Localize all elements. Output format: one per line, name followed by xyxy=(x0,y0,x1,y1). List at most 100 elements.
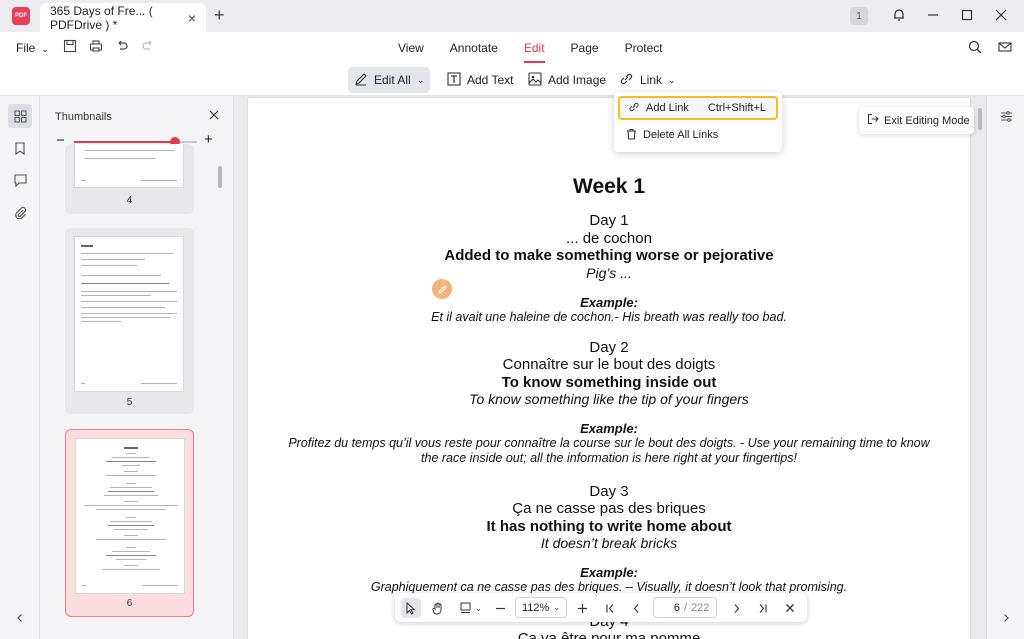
thumbnail-page-6[interactable]: 6 xyxy=(65,429,194,617)
comment-icon[interactable] xyxy=(8,168,32,192)
literal-translation[interactable]: It doesn’t break bricks xyxy=(248,535,970,551)
zoom-level-select[interactable]: 112% ⌄ xyxy=(515,597,567,618)
tab-page[interactable]: Page xyxy=(571,41,599,55)
page-display-mode-button[interactable]: ⌄ xyxy=(457,598,485,618)
add-text-button[interactable]: Add Text xyxy=(441,67,519,93)
minimize-icon[interactable] xyxy=(916,8,950,24)
delete-all-links-menu-item[interactable]: Delete All Links xyxy=(618,123,778,147)
page-heading[interactable]: Week 1 xyxy=(248,175,970,199)
example-label[interactable]: Example: xyxy=(248,421,970,436)
expression-meaning[interactable]: Added to make something worse or pejorat… xyxy=(248,247,970,264)
right-icon-rail xyxy=(986,96,1024,639)
edit-all-button[interactable]: Edit All ⌄ xyxy=(348,67,431,93)
print-icon[interactable] xyxy=(88,39,104,56)
collapse-right-icon[interactable] xyxy=(994,606,1018,630)
last-page-icon[interactable] xyxy=(753,598,771,618)
hand-tool-icon[interactable] xyxy=(427,598,447,618)
close-tab-icon[interactable]: × xyxy=(188,10,196,26)
example-text[interactable]: Profitez du temps qu’il vous reste pour … xyxy=(248,436,970,450)
undo-icon[interactable] xyxy=(114,39,130,56)
page-number-field[interactable]: 6 / 222 xyxy=(653,597,717,618)
text-box-icon xyxy=(447,71,461,89)
document-tab[interactable]: 365 Days of Fre... ( PDFDrive ) * × xyxy=(40,3,206,32)
chevron-down-icon: ⌄ xyxy=(668,74,676,85)
zoom-in-thumbnails-icon[interactable]: + xyxy=(204,131,213,148)
add-link-menu-item[interactable]: Add Link Ctrl+Shift+L xyxy=(618,96,778,120)
link-button[interactable]: Link ⌄ xyxy=(613,67,682,93)
close-panel-icon[interactable] xyxy=(209,107,219,123)
first-page-icon[interactable] xyxy=(601,598,619,618)
search-icon[interactable] xyxy=(968,40,982,57)
collapse-left-icon[interactable] xyxy=(8,606,32,630)
close-window-icon[interactable] xyxy=(984,8,1018,24)
zoom-in-icon[interactable] xyxy=(573,598,591,618)
maximize-icon[interactable] xyxy=(950,8,984,24)
thumbnail-size-slider[interactable] xyxy=(74,137,197,147)
thumbnail-page-number: 5 xyxy=(126,397,133,408)
example-label[interactable]: Example: xyxy=(248,295,970,310)
literal-translation[interactable]: To know something like the tip of your f… xyxy=(248,391,970,407)
chevron-down-icon: ⌄ xyxy=(41,44,49,54)
thumbnails-scrollbar[interactable] xyxy=(218,166,222,188)
exit-icon xyxy=(867,113,879,128)
tab-edit[interactable]: Edit xyxy=(523,41,545,63)
french-expression[interactable]: Ça va être pour ma pomme xyxy=(248,630,970,639)
thumbnail-size-fill xyxy=(74,141,175,143)
day-title[interactable]: Day 2 xyxy=(248,339,970,356)
day-title[interactable]: Day 1 xyxy=(248,212,970,229)
tab-protect[interactable]: Protect xyxy=(625,41,663,55)
document-scrollbar[interactable] xyxy=(978,108,982,130)
new-tab-icon[interactable]: + xyxy=(214,5,225,26)
delete-all-links-label: Delete All Links xyxy=(643,129,719,141)
expression-meaning[interactable]: To know something inside out xyxy=(248,374,970,391)
french-expression[interactable]: Ça ne casse pas des briques xyxy=(248,500,970,517)
page-separator: / xyxy=(684,601,688,614)
example-text[interactable]: the race inside out; all the information… xyxy=(248,451,970,465)
menu-bar: File ⌄ View Annotate Edit Page Protect xyxy=(0,32,1024,64)
properties-sliders-icon[interactable] xyxy=(994,104,1018,128)
literal-translation[interactable]: Pig’s ... xyxy=(248,265,970,281)
notification-count-badge[interactable]: 1 xyxy=(850,7,868,25)
file-menu-label: File xyxy=(16,41,36,55)
chevron-down-icon: ⌄ xyxy=(416,74,425,85)
french-expression[interactable]: ... de cochon xyxy=(248,230,970,247)
next-page-icon[interactable] xyxy=(727,598,745,618)
thumbnails-icon[interactable] xyxy=(8,104,32,128)
redo-icon[interactable] xyxy=(140,39,156,56)
example-text[interactable]: Et il avait une haleine de cochon.- His … xyxy=(248,310,970,324)
bookmark-icon[interactable] xyxy=(8,136,32,160)
pen-icon xyxy=(354,72,368,89)
example-label[interactable]: Example: xyxy=(248,565,970,580)
zoom-out-thumbnails-icon[interactable]: − xyxy=(56,132,65,149)
exit-editing-mode-button[interactable]: Exit Editing Mode xyxy=(859,107,974,134)
image-icon xyxy=(528,71,542,89)
file-menu-button[interactable]: File ⌄ xyxy=(16,41,49,55)
tab-annotate[interactable]: Annotate xyxy=(450,41,498,55)
mail-icon[interactable] xyxy=(998,40,1012,57)
thumbnail-page-5[interactable]: 5 xyxy=(65,228,194,414)
thumbnail-page-number: 6 xyxy=(126,598,133,609)
zoom-out-icon[interactable] xyxy=(491,598,509,618)
add-image-button[interactable]: Add Image xyxy=(522,67,612,93)
thumbnail-image xyxy=(74,236,184,392)
previous-page-icon[interactable] xyxy=(627,598,645,618)
bell-icon[interactable] xyxy=(882,8,916,25)
day-title[interactable]: Day 3 xyxy=(248,483,970,500)
expression-meaning[interactable]: It has nothing to write home about xyxy=(248,518,970,535)
french-expression[interactable]: Connaître sur le bout des doigts xyxy=(248,356,970,373)
select-cursor-icon[interactable] xyxy=(401,598,421,618)
document-viewport[interactable]: Week 1 Day 1 ... de cochon Added to make… xyxy=(234,96,986,639)
example-text[interactable]: Graphiquement ca ne casse pas des brique… xyxy=(248,580,970,594)
thumbnail-image xyxy=(75,438,185,594)
attachment-icon[interactable] xyxy=(8,200,32,224)
tab-view[interactable]: View xyxy=(398,41,424,55)
thumbnail-page-number: 4 xyxy=(126,195,133,206)
thumbnail-page-4[interactable]: 4 xyxy=(65,144,194,214)
save-icon[interactable] xyxy=(62,39,78,56)
document-tab-title: 365 Days of Fre... ( PDFDrive ) * xyxy=(50,3,153,32)
add-link-shortcut: Ctrl+Shift+L xyxy=(707,102,766,114)
close-navigation-icon[interactable] xyxy=(781,598,799,618)
pdf-page[interactable]: Week 1 Day 1 ... de cochon Added to make… xyxy=(248,98,970,639)
current-page-input[interactable]: 6 xyxy=(654,602,680,614)
edit-marker-icon[interactable] xyxy=(432,279,452,299)
